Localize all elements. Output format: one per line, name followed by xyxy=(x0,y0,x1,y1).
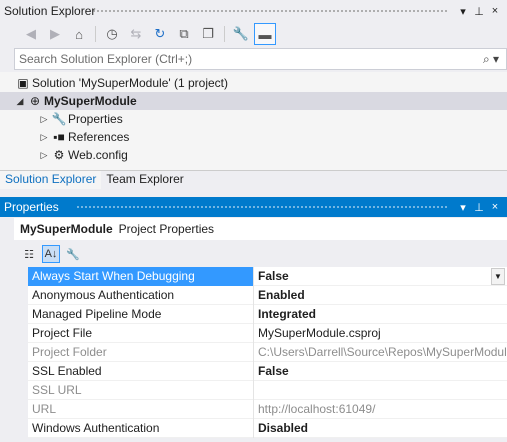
sync-icon: ⇆ xyxy=(130,26,142,41)
property-name: URL xyxy=(28,399,254,419)
property-row[interactable]: Windows Authentication Disabled xyxy=(14,418,507,438)
property-value: http://localhost:61049/ xyxy=(258,401,376,416)
property-grid: Always Start When Debugging False ▼ Anon… xyxy=(14,266,507,438)
solution-explorer-toolbar: ◀ ▶ ⌂ ◷ ⇆ ↻ ⧉ ❐ 🔧 ▬ xyxy=(0,22,507,46)
tree-node-solution[interactable]: ▣ Solution 'MySuperModule' (1 project) xyxy=(0,74,507,92)
property-row[interactable]: Always Start When Debugging False ▼ xyxy=(14,266,507,286)
title-grip xyxy=(92,9,447,13)
solution-icon: ▣ xyxy=(17,76,29,90)
property-row[interactable]: Anonymous Authentication Enabled xyxy=(14,285,507,305)
preview-icon: ▬ xyxy=(258,26,272,42)
property-value xyxy=(254,381,507,400)
property-name: SSL Enabled xyxy=(28,361,254,381)
pin-icon[interactable]: ⊥ xyxy=(473,5,485,18)
tree-node-label: Solution 'MySuperModule' (1 project) xyxy=(32,76,229,90)
tree-node-project[interactable]: ◢ ⊕ MySuperModule xyxy=(0,92,507,110)
property-value[interactable]: MySuperModule.csproj xyxy=(254,324,507,343)
property-value[interactable]: False xyxy=(254,362,507,381)
copy-files-icon: ❐ xyxy=(202,26,214,41)
property-name: Project Folder xyxy=(28,342,254,362)
forward-icon: ▶ xyxy=(50,26,60,41)
properties-object-selector[interactable]: MySuperModule Project Properties xyxy=(14,218,507,240)
forward-button[interactable]: ▶ xyxy=(44,23,66,45)
toolbar-separator xyxy=(224,26,225,42)
properties-button[interactable]: 🔧 xyxy=(230,23,252,45)
expanded-arrow-icon[interactable]: ◢ xyxy=(14,96,26,107)
sync-with-active-document-button[interactable]: ⇆ xyxy=(125,23,147,45)
property-value[interactable]: Integrated xyxy=(254,305,507,324)
toolbar-separator xyxy=(95,26,96,42)
back-button[interactable]: ◀ xyxy=(20,23,42,45)
preview-selected-items-button[interactable]: ▬ xyxy=(254,23,276,45)
home-button[interactable]: ⌂ xyxy=(68,23,90,45)
property-pages-button[interactable]: 🔧 xyxy=(64,245,82,263)
property-row[interactable]: SSL Enabled False xyxy=(14,361,507,381)
property-name: Always Start When Debugging xyxy=(28,266,254,286)
wrench-icon: 🔧 xyxy=(51,112,67,126)
tab-team-explorer[interactable]: Team Explorer xyxy=(101,171,188,189)
property-row[interactable]: Project File MySuperModule.csproj xyxy=(14,323,507,343)
property-value[interactable]: False xyxy=(254,267,491,286)
close-icon[interactable]: × xyxy=(489,201,501,214)
property-value[interactable]: Disabled xyxy=(254,419,507,438)
tree-node-web-config[interactable]: ▷ ⚙ Web.config xyxy=(0,146,507,164)
title-grip xyxy=(76,205,447,209)
home-icon: ⌂ xyxy=(75,26,83,42)
property-value: C:\Users\Darrell\Source\Repos\MySuperMod… xyxy=(258,344,507,359)
tree-node-label: MySuperModule xyxy=(44,94,137,108)
tree-node-label: Properties xyxy=(68,112,123,126)
collapsed-arrow-icon[interactable]: ▷ xyxy=(38,150,50,161)
tool-window-tabs: Solution Explorer Team Explorer xyxy=(0,170,507,190)
collapse-all-button[interactable]: ⧉ xyxy=(173,23,195,45)
config-file-icon: ⚙ xyxy=(53,148,65,162)
properties-title-bar: Properties ▾ ⊥ × xyxy=(0,197,507,217)
window-menu-icon[interactable]: ▾ xyxy=(457,201,469,214)
alphabetical-sort-icon: A↓ xyxy=(44,248,58,260)
tree-node-properties[interactable]: ▷ 🔧 Properties xyxy=(0,110,507,128)
solution-tree: ▣ Solution 'MySuperModule' (1 project) ◢… xyxy=(0,72,507,172)
solution-explorer-title-bar: Solution Explorer ▾ ⊥ × xyxy=(0,0,507,22)
pending-changes-filter-button[interactable]: ◷ xyxy=(101,23,123,45)
tree-node-label: Web.config xyxy=(68,148,128,162)
collapse-all-icon: ⧉ xyxy=(179,26,189,41)
references-icon: ▪■ xyxy=(53,130,65,144)
property-name: SSL URL xyxy=(28,380,254,400)
object-type: Project Properties xyxy=(118,222,215,236)
property-row[interactable]: SSL URL xyxy=(14,380,507,400)
search-input[interactable]: Search Solution Explorer (Ctrl+;) xyxy=(19,52,476,66)
property-name: Managed Pipeline Mode xyxy=(28,304,254,324)
show-all-files-button[interactable]: ❐ xyxy=(197,23,219,45)
refresh-icon: ↻ xyxy=(154,26,166,41)
property-name: Windows Authentication xyxy=(28,418,254,438)
close-icon[interactable]: × xyxy=(489,5,501,18)
property-row[interactable]: URL http://localhost:61049/ xyxy=(14,399,507,419)
property-name: Project File xyxy=(28,323,254,343)
chevron-down-icon[interactable]: ▼ xyxy=(491,267,505,285)
properties-toolbar: ☷ A↓ 🔧 xyxy=(14,242,507,266)
collapsed-arrow-icon[interactable]: ▷ xyxy=(38,114,50,125)
clock-icon: ◷ xyxy=(106,26,118,41)
wrench-icon: 🔧 xyxy=(66,248,80,261)
property-row[interactable]: Managed Pipeline Mode Integrated xyxy=(14,304,507,324)
back-icon: ◀ xyxy=(26,26,36,41)
tree-node-references[interactable]: ▷ ▪■ References xyxy=(0,128,507,146)
pin-icon[interactable]: ⊥ xyxy=(473,201,485,214)
refresh-button[interactable]: ↻ xyxy=(149,23,171,45)
search-icon[interactable]: ⌕ ▾ xyxy=(476,52,506,67)
property-name: Anonymous Authentication xyxy=(28,285,254,305)
tree-node-label: References xyxy=(68,130,130,144)
object-name: MySuperModule xyxy=(20,222,113,236)
tab-solution-explorer[interactable]: Solution Explorer xyxy=(0,171,102,189)
property-row[interactable]: Project Folder C:\Users\Darrell\Source\R… xyxy=(14,342,507,362)
solution-explorer-search[interactable]: Search Solution Explorer (Ctrl+;) ⌕ ▾ xyxy=(14,48,507,70)
categorized-icon: ☷ xyxy=(24,248,34,261)
collapsed-arrow-icon[interactable]: ▷ xyxy=(38,132,50,143)
categorized-button[interactable]: ☷ xyxy=(20,245,38,263)
property-value[interactable]: Enabled xyxy=(254,286,507,305)
web-project-icon: ⊕ xyxy=(29,94,41,108)
alphabetical-button[interactable]: A↓ xyxy=(42,245,60,263)
wrench-icon: 🔧 xyxy=(232,26,250,41)
window-menu-icon[interactable]: ▾ xyxy=(457,5,469,18)
